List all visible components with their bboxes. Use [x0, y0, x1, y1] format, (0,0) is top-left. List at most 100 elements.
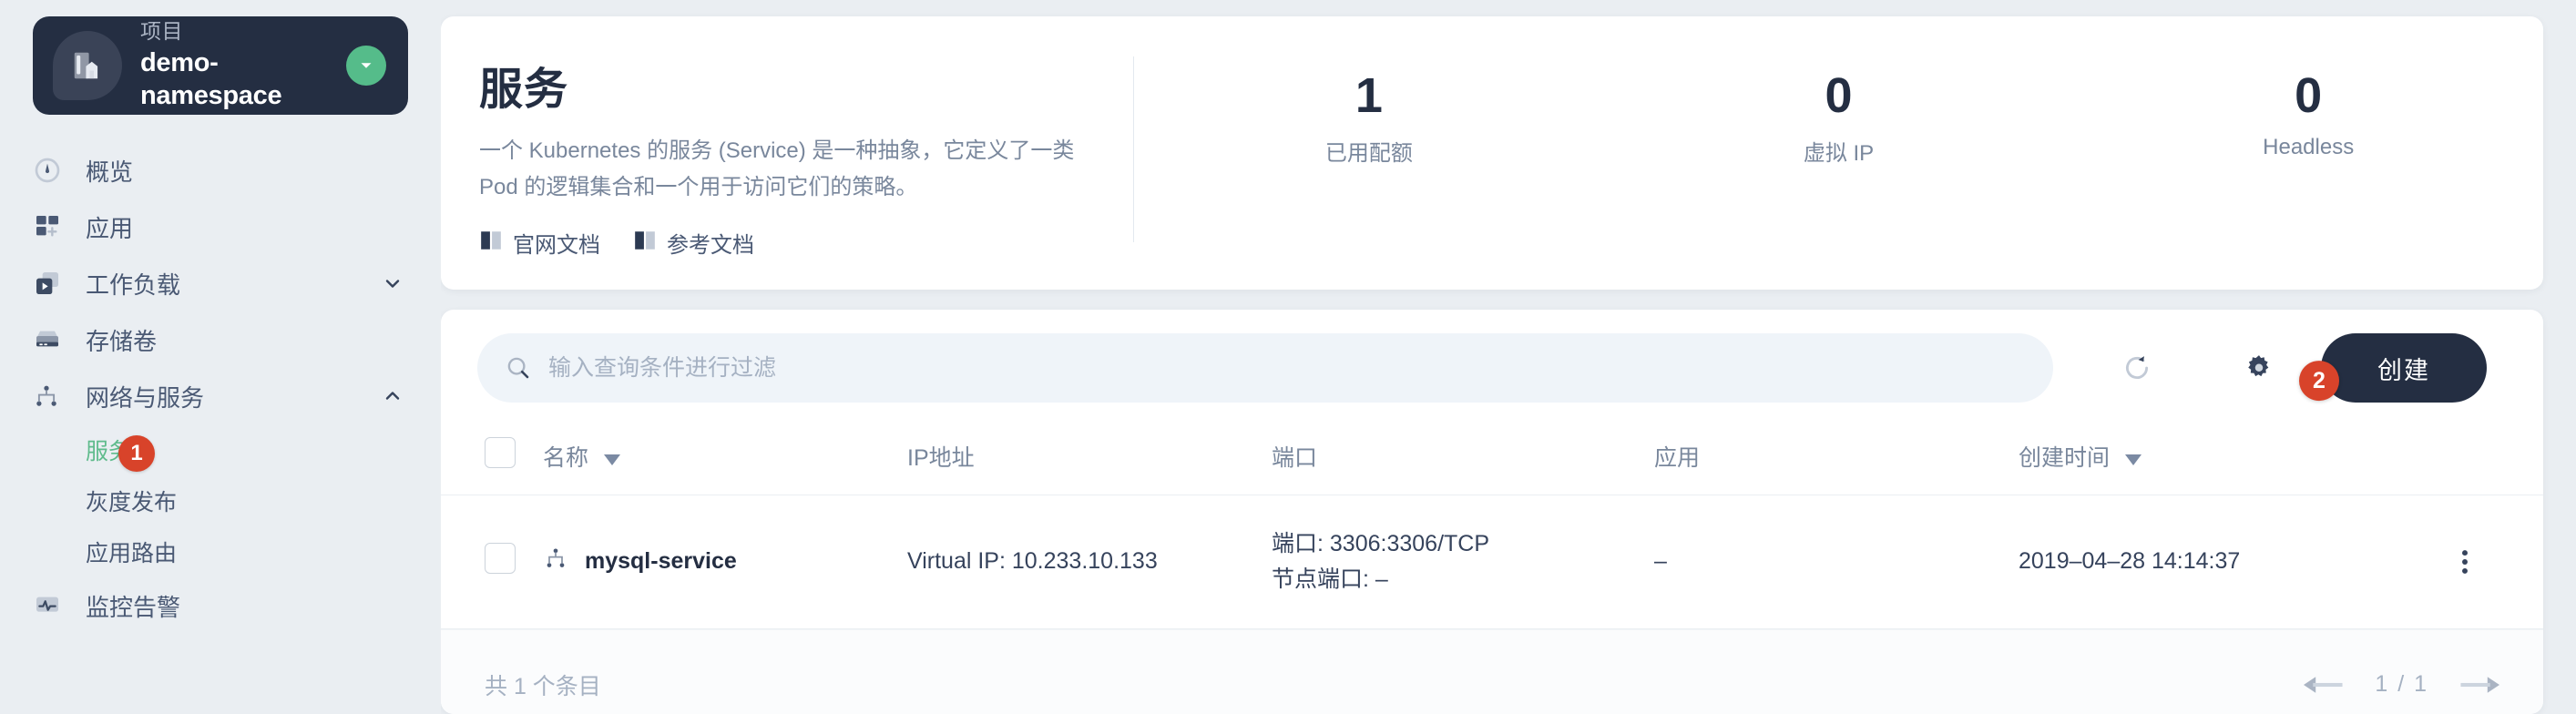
column-select-all	[441, 423, 543, 496]
doc-link-reference[interactable]: 参考文档	[633, 227, 754, 259]
services-table: 名称 IP地址 端口 应用 创建时间 mysql-service Virtual…	[441, 423, 2543, 629]
sidebar-item-overview[interactable]: 概览	[0, 142, 441, 199]
page-indicator: 1 / 1	[2375, 671, 2428, 698]
column-label: 名称	[543, 444, 589, 471]
network-topology-icon	[33, 382, 73, 410]
chevron-down-circle-icon[interactable]	[346, 46, 386, 86]
status-badge: 2	[2299, 361, 2339, 402]
sidebar-item-network-services[interactable]: 网络与服务	[0, 368, 441, 424]
doc-link-official[interactable]: 官网文档	[479, 227, 600, 259]
table-head: 名称 IP地址 端口 应用 创建时间	[441, 423, 2543, 496]
cell-name: mysql-service	[543, 495, 907, 629]
workload-icon	[33, 269, 73, 298]
sidebar-item-grayscale-release[interactable]: 灰度发布	[86, 475, 441, 526]
stat-value: 0	[2295, 68, 2323, 123]
sidebar-item-volumes[interactable]: 存储卷	[0, 311, 441, 368]
stat-used-quota: 1 已用配额	[1134, 67, 1604, 167]
column-application: 应用	[1654, 423, 2019, 496]
cell-create-time: 2019–04–28 14:14:37	[2019, 495, 2438, 629]
column-ip-address: IP地址	[907, 423, 1272, 496]
page-description: 一个 Kubernetes 的服务 (Service) 是一种抽象，它定义了一类…	[479, 138, 1075, 199]
storage-volume-icon	[33, 325, 73, 354]
sidebar-item-label: 应用	[86, 214, 134, 242]
gear-icon[interactable]	[2221, 333, 2297, 403]
doc-link-label: 参考文档	[667, 233, 754, 259]
sidebar-item-monitoring-alerts[interactable]: 监控告警	[0, 577, 441, 634]
column-label: IP地址	[907, 444, 975, 471]
sidebar-item-label: 监控告警	[86, 593, 181, 621]
column-label: 应用	[1654, 444, 1701, 471]
sidebar-item-services[interactable]: 服务 1	[86, 424, 441, 475]
arrow-left-icon[interactable]	[2304, 674, 2344, 696]
sidebar-item-label: 工作负载	[86, 270, 181, 299]
stat-value: 0	[1825, 68, 1853, 123]
stat-label: 已用配额	[1324, 141, 1413, 167]
status-badge: 1	[118, 435, 156, 472]
search-icon	[505, 354, 532, 382]
apps-grid-icon	[33, 212, 73, 241]
chevron-up-icon[interactable]	[381, 385, 404, 407]
column-label: 创建时间	[2019, 444, 2111, 471]
monitoring-alert-icon	[33, 591, 73, 620]
sidebar-submenu-network: 服务 1 灰度发布 应用路由	[0, 424, 441, 577]
page-banner: 服务 一个 Kubernetes 的服务 (Service) 是一种抽象，它定义…	[441, 16, 2543, 291]
total-count-label: 共 1 个条目	[485, 673, 601, 699]
book-icon	[479, 230, 503, 256]
stat-virtual-ip: 0 虚拟 IP	[1604, 67, 2074, 167]
sidebar-item-label: 概览	[86, 158, 134, 186]
cell-actions	[2438, 495, 2543, 629]
service-node-icon	[543, 546, 568, 577]
caret-down-icon[interactable]	[603, 446, 620, 473]
sidebar-subitem-label: 应用路由	[86, 541, 178, 566]
project-logo-icon	[53, 31, 122, 100]
project-text: 项目 demo-namespace	[140, 18, 346, 112]
project-selector-card[interactable]: 项目 demo-namespace	[33, 16, 408, 115]
column-create-time[interactable]: 创建时间	[2019, 423, 2438, 496]
service-name-link[interactable]: mysql-service	[585, 548, 737, 575]
column-label: 端口	[1272, 444, 1318, 471]
services-table-card: 2 创建 名称	[441, 310, 2543, 714]
project-name: demo-namespace	[140, 48, 282, 111]
table-header-row: 名称 IP地址 端口 应用 创建时间	[441, 423, 2543, 496]
stat-label: Headless	[2263, 135, 2355, 160]
create-button-wrap: 2 创建	[2299, 333, 2487, 403]
stat-value: 1	[1354, 68, 1383, 123]
caret-down-icon[interactable]	[2124, 446, 2142, 473]
search-input[interactable]	[548, 354, 2026, 382]
select-all-checkbox[interactable]	[485, 437, 516, 469]
sidebar-item-app-routes[interactable]: 应用路由	[86, 526, 441, 577]
table-body: mysql-service Virtual IP: 10.233.10.133 …	[441, 495, 2543, 629]
column-port: 端口	[1272, 423, 1654, 496]
app-root: 项目 demo-namespace 概览 应用 工作负载 存储卷 网络与服务 服…	[0, 0, 2576, 714]
arrow-right-icon[interactable]	[2459, 674, 2499, 696]
main-content: 服务 一个 Kubernetes 的服务 (Service) 是一种抽象，它定义…	[441, 0, 2576, 714]
sidebar-subitem-label: 灰度发布	[86, 490, 178, 515]
book-icon	[633, 230, 657, 256]
cell-port: 端口: 3306:3306/TCP 节点端口: –	[1272, 495, 1654, 629]
column-name[interactable]: 名称	[543, 423, 907, 496]
search-box[interactable]	[477, 333, 2053, 403]
dashboard-icon	[33, 156, 73, 185]
more-vertical-icon[interactable]	[2438, 546, 2492, 577]
sidebar-item-label: 存储卷	[86, 327, 158, 355]
refresh-icon[interactable]	[2099, 333, 2175, 403]
banner-doc-links: 官网文档 参考文档	[479, 227, 1088, 259]
chevron-down-icon[interactable]	[381, 272, 404, 294]
table-footer: 共 1 个条目 1 / 1	[441, 628, 2543, 714]
page-title: 服务	[479, 66, 569, 114]
row-checkbox[interactable]	[485, 543, 516, 575]
pagination: 1 / 1	[2304, 671, 2499, 698]
sidebar-nav: 概览 应用 工作负载 存储卷 网络与服务 服务 1 灰度发布 应用路由 监控告警	[0, 142, 441, 634]
table-row[interactable]: mysql-service Virtual IP: 10.233.10.133 …	[441, 495, 2543, 629]
create-button[interactable]: 创建	[2321, 333, 2487, 403]
sidebar-item-workloads[interactable]: 工作负载	[0, 255, 441, 311]
row-select-cell	[441, 495, 543, 629]
sidebar-item-label: 网络与服务	[86, 383, 205, 412]
banner-left: 服务 一个 Kubernetes 的服务 (Service) 是一种抽象，它定义…	[441, 44, 1133, 259]
sidebar-item-apps[interactable]: 应用	[0, 199, 441, 255]
port-node: 节点端口: –	[1272, 566, 1388, 592]
cell-application: –	[1654, 495, 2019, 629]
table-toolbar: 2 创建	[441, 310, 2543, 423]
stat-label: 虚拟 IP	[1803, 141, 1875, 167]
column-actions	[2438, 423, 2543, 496]
